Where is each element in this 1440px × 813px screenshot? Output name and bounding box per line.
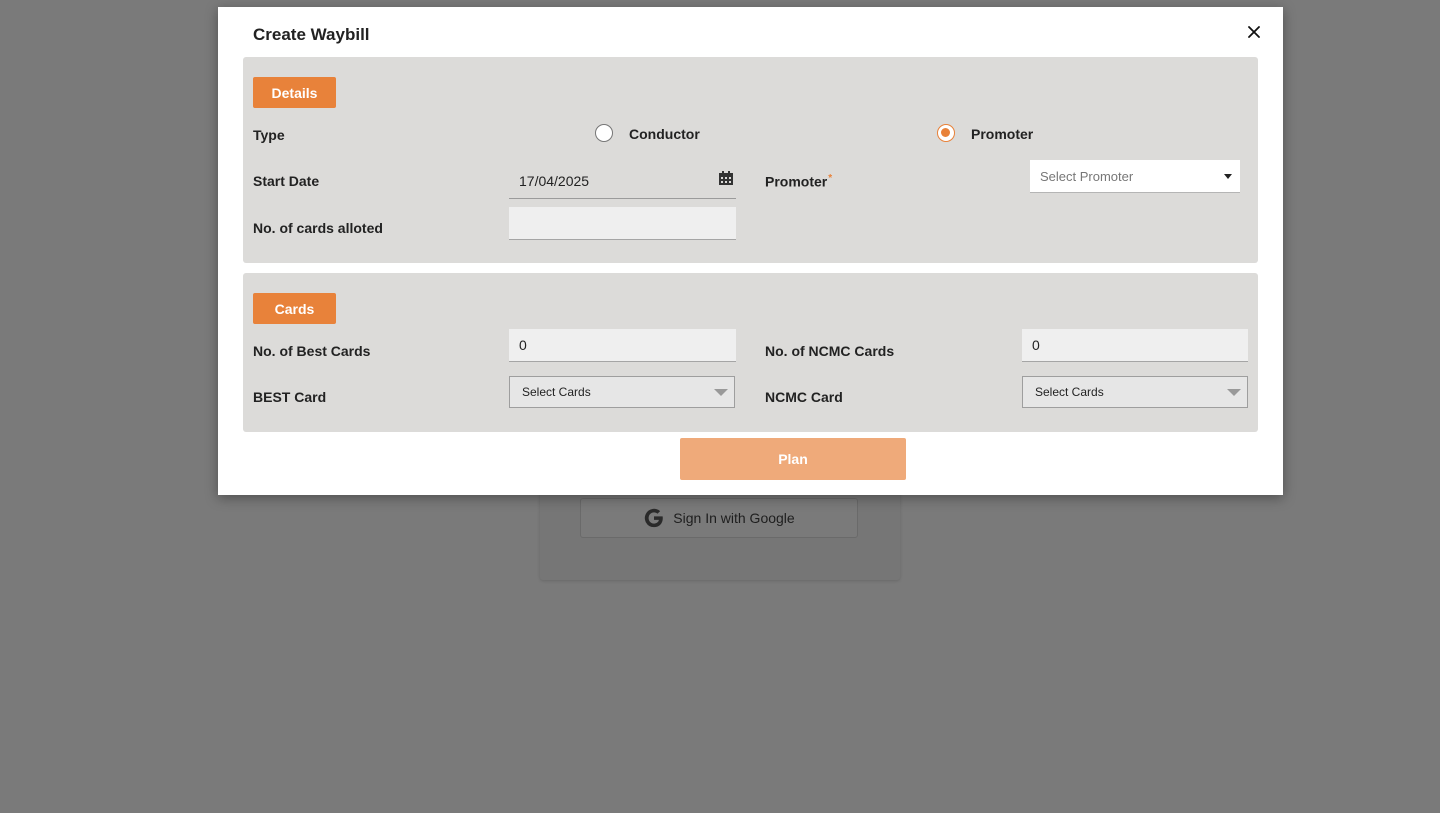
ncmc-card-select-placeholder: Select Cards	[1035, 385, 1104, 399]
cards-alloted-label: No. of cards alloted	[253, 220, 383, 236]
ncmc-card-label: NCMC Card	[765, 389, 843, 405]
modal-title: Create Waybill	[253, 25, 370, 44]
required-mark: *	[828, 173, 833, 184]
ncmc-card-select[interactable]: Select Cards	[1022, 376, 1248, 408]
chevron-down-icon	[1224, 174, 1232, 179]
best-cards-count-label: No. of Best Cards	[253, 343, 371, 359]
create-waybill-modal: Create Waybill Details Type Conductor Pr…	[218, 7, 1283, 495]
chevron-down-icon	[1227, 389, 1241, 396]
details-section-tag: Details	[253, 77, 336, 108]
google-sign-in-button[interactable]: Sign In with Google	[580, 498, 858, 538]
best-cards-count-input[interactable]	[509, 329, 736, 362]
plan-button[interactable]: Plan	[680, 438, 906, 480]
close-button[interactable]	[1243, 21, 1265, 43]
chevron-down-icon	[714, 389, 728, 396]
radio-conductor[interactable]	[595, 124, 613, 142]
promoter-select-placeholder: Select Promoter	[1040, 169, 1134, 184]
promoter-label: Promoter*	[765, 173, 832, 190]
ncmc-cards-count-label: No. of NCMC Cards	[765, 343, 895, 359]
google-icon	[645, 508, 664, 528]
best-card-select-placeholder: Select Cards	[522, 385, 591, 399]
details-panel: Details Type Conductor Promoter Start Da…	[243, 57, 1258, 263]
calendar-icon[interactable]	[718, 170, 734, 186]
radio-conductor-label[interactable]: Conductor	[629, 126, 700, 142]
start-date-value: 17/04/2025	[519, 173, 590, 189]
radio-promoter[interactable]	[937, 124, 955, 142]
cards-section-tag: Cards	[253, 293, 336, 324]
start-date-label: Start Date	[253, 173, 320, 189]
ncmc-cards-count-input[interactable]	[1022, 329, 1248, 362]
google-sign-in-label: Sign In with Google	[673, 510, 795, 526]
promoter-label-text: Promoter	[765, 173, 828, 190]
radio-promoter-label[interactable]: Promoter	[971, 126, 1033, 142]
promoter-select[interactable]: Select Promoter	[1030, 160, 1240, 193]
close-icon	[1248, 26, 1260, 38]
type-label: Type	[253, 127, 285, 143]
best-card-select[interactable]: Select Cards	[509, 376, 735, 408]
cards-alloted-input[interactable]	[509, 207, 736, 240]
cards-panel: Cards No. of Best Cards No. of NCMC Card…	[243, 273, 1258, 432]
best-card-label: BEST Card	[253, 389, 327, 405]
start-date-field[interactable]: 17/04/2025	[509, 162, 736, 199]
